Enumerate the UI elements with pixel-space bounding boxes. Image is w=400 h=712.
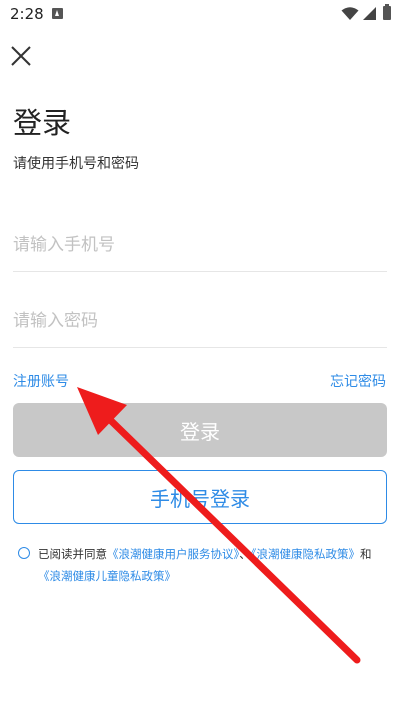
phone-login-button[interactable]: 手机号登录	[13, 470, 387, 524]
agreement-and: 和	[360, 547, 372, 561]
phone-divider	[13, 271, 387, 272]
notification-icon	[52, 8, 63, 19]
password-input[interactable]	[13, 302, 387, 340]
login-button[interactable]: 登录	[13, 403, 387, 457]
forgot-password-link[interactable]: 忘记密码	[330, 371, 386, 391]
agreement-text: 已阅读并同意《浪潮健康用户服务协议》、《浪潮健康隐私政策》和《浪潮健康儿童隐私政…	[38, 543, 378, 587]
user-service-agreement-link[interactable]: 《浪潮健康用户服务协议》	[107, 547, 239, 561]
privacy-policy-link[interactable]: 《浪潮健康隐私政策》	[251, 547, 360, 561]
signal-icon	[363, 7, 376, 20]
agreement-radio[interactable]	[18, 547, 30, 559]
close-icon[interactable]	[10, 45, 32, 67]
register-link[interactable]: 注册账号	[13, 371, 69, 391]
status-time: 2:28	[10, 5, 44, 23]
children-privacy-policy-link[interactable]: 《浪潮健康儿童隐私政策》	[38, 569, 176, 583]
login-screen: 2:28 登录 请使用手机号和密码 注册账号 忘记密码 登录 手机号登录 已阅读…	[0, 0, 400, 712]
wifi-icon	[341, 7, 359, 20]
page-subtitle: 请使用手机号和密码	[13, 156, 139, 172]
status-bar: 2:28	[0, 0, 400, 30]
password-divider	[13, 347, 387, 348]
agreement-prefix: 已阅读并同意	[38, 547, 107, 561]
page-title: 登录	[13, 106, 72, 140]
agreement-separator: 、	[239, 547, 251, 561]
phone-input[interactable]	[13, 226, 387, 264]
battery-icon	[383, 4, 391, 20]
